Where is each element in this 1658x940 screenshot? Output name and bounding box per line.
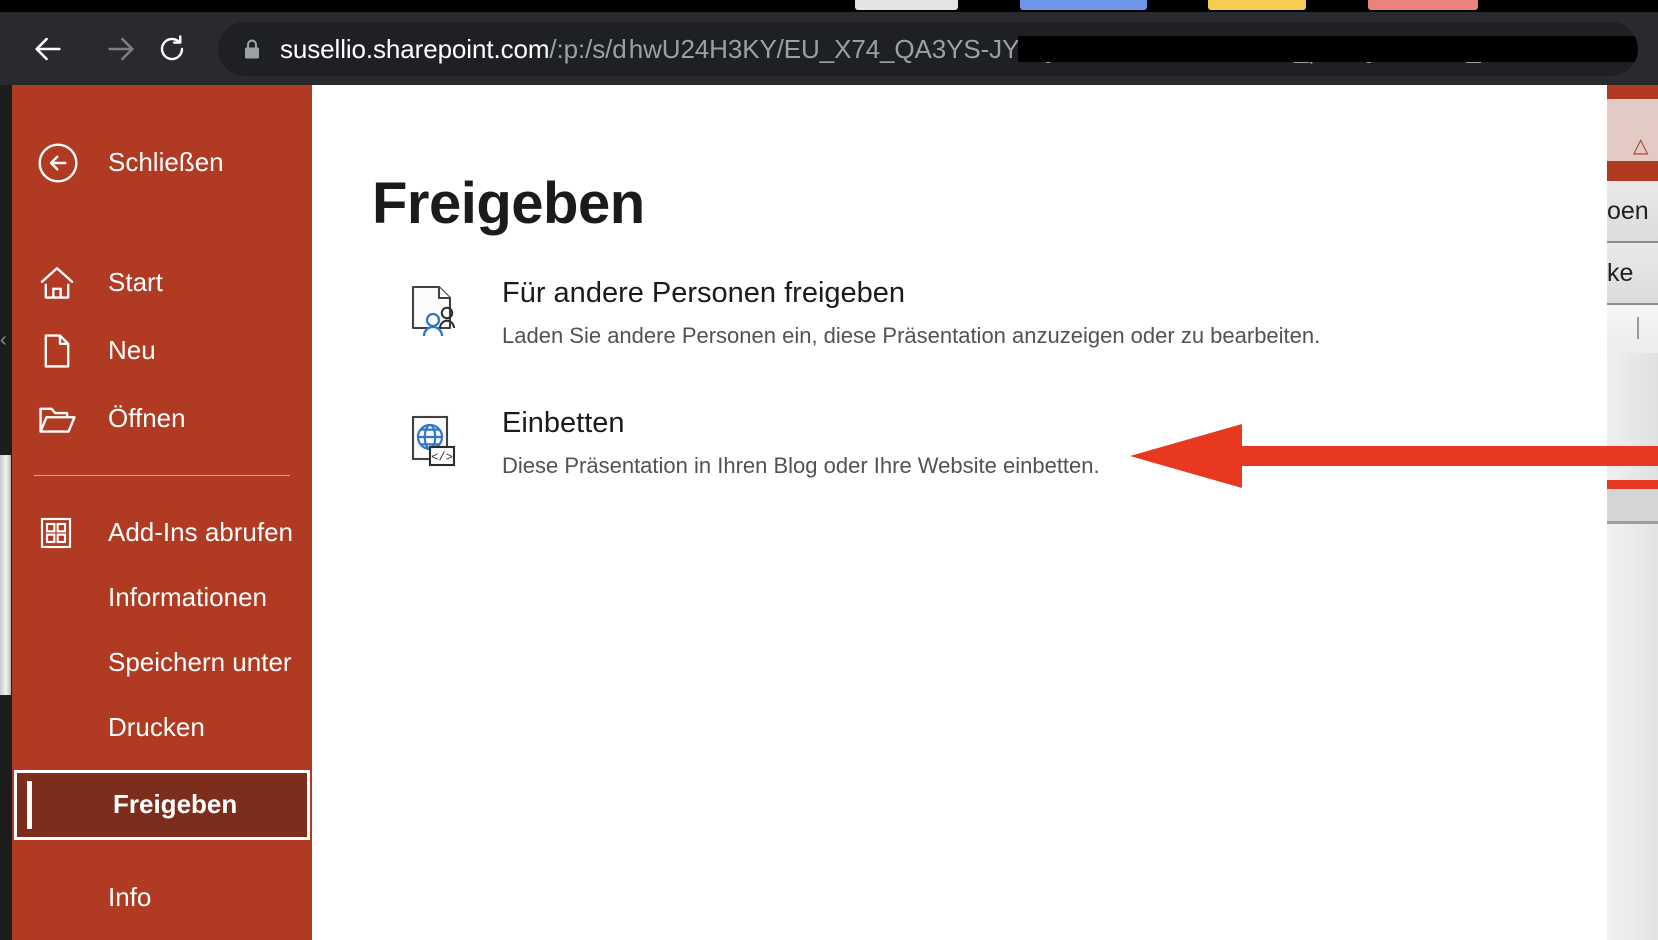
background-text-caret (1637, 317, 1639, 339)
backstage-sidebar: Schließen Start Neu Öffnen Add-Ins abruf… (12, 85, 312, 940)
sidebar-item-open[interactable]: Öffnen (12, 385, 312, 453)
open-folder-icon (36, 398, 96, 440)
home-icon (36, 262, 96, 304)
forward-arrow-icon (108, 37, 134, 61)
sidebar-item-information-label: Informationen (108, 582, 267, 613)
url-redaction-bar (1018, 36, 1638, 62)
browser-tab-2[interactable] (1020, 0, 1147, 10)
browser-toolbar: susellio.sharepoint.com/:p:/s/d hwU24H3K… (0, 12, 1658, 85)
background-ribbon-band (1607, 85, 1658, 99)
new-document-icon (36, 330, 96, 372)
sidebar-item-new-label: Neu (108, 335, 156, 366)
share-option-people-title: Für andere Personen freigeben (502, 277, 906, 309)
sidebar-item-start[interactable]: Start (12, 249, 312, 317)
share-option-people-description: Laden Sie andere Personen ein, diese Prä… (502, 323, 1321, 348)
sidebar-item-get-addins[interactable]: Add-Ins abrufen (12, 496, 312, 570)
sidebar-item-info[interactable]: Info (12, 870, 312, 926)
sidebar-item-save-as-label: Speichern unter (108, 647, 292, 678)
background-menu-item-1[interactable]: oen (1607, 181, 1658, 243)
background-thumbnail-mark: △ (1633, 135, 1649, 157)
browser-chrome: susellio.sharepoint.com/:p:/s/d hwU24H3K… (0, 0, 1658, 85)
left-pointing-arrow-icon (1130, 424, 1658, 488)
share-with-people-icon (404, 281, 460, 341)
sidebar-item-info-label: Info (108, 882, 152, 913)
sidebar-item-close-label: Schließen (108, 147, 224, 178)
sidebar-item-save-as[interactable]: Speichern unter (12, 626, 312, 700)
sidebar-item-print[interactable]: Drucken (12, 700, 312, 756)
background-ribbon-band-2 (1607, 161, 1658, 181)
reload-icon (160, 35, 184, 61)
browser-tab-3[interactable] (1208, 0, 1306, 10)
back-arrow-icon (35, 37, 61, 61)
browser-tab-strip (0, 0, 1658, 12)
sidebar-item-print-label: Drucken (108, 712, 205, 743)
back-circle-icon (36, 141, 96, 185)
background-window-left-gutter: ‹ (0, 85, 12, 940)
background-slide-thumbnail: △ (1607, 99, 1658, 161)
background-gray-block (1607, 489, 1658, 524)
lock-icon (240, 37, 264, 61)
sidebar-item-share-label: Freigeben (113, 789, 238, 820)
address-bar[interactable]: susellio.sharepoint.com/:p:/s/d hwU24H3K… (218, 22, 1638, 76)
reload-button[interactable] (152, 29, 192, 69)
url-host: susellio.sharepoint.com (280, 34, 550, 64)
chevron-left-icon: ‹ (0, 329, 7, 351)
forward-button[interactable] (101, 29, 141, 69)
share-option-embed-description: Diese Präsentation in Ihren Blog oder Ih… (502, 453, 1100, 478)
share-option-embed-title: Einbetten (502, 407, 625, 439)
sidebar-item-new[interactable]: Neu (12, 317, 312, 385)
background-input-field[interactable] (1607, 305, 1658, 355)
browser-tab-1[interactable] (855, 0, 958, 10)
background-menu-item-2[interactable]: ke (1607, 243, 1658, 305)
embed-globe-code-icon: </> (404, 411, 460, 471)
selected-accent-bar (27, 781, 32, 829)
addins-grid-icon (36, 513, 96, 553)
sidebar-item-share[interactable]: Freigeben (14, 770, 310, 840)
sidebar-item-start-label: Start (108, 267, 163, 298)
back-button[interactable] (28, 29, 68, 69)
background-scrollbar-thumb[interactable] (0, 455, 11, 695)
sidebar-item-information[interactable]: Informationen (12, 570, 312, 626)
browser-tab-4[interactable] (1368, 0, 1478, 10)
sidebar-item-close[interactable]: Schließen (12, 115, 312, 211)
url-path: /:p:/s/d (549, 34, 627, 64)
background-window-sliver: △ oen ke (1544, 85, 1658, 940)
sidebar-divider (34, 475, 290, 476)
svg-text:</>: </> (431, 450, 453, 464)
page-title: Freigeben (372, 171, 645, 236)
share-main-pane: Freigeben Für andere Personen freigeben … (312, 85, 1544, 940)
background-window-lower (1607, 524, 1658, 940)
sidebar-item-open-label: Öffnen (108, 403, 186, 434)
sidebar-item-get-addins-label: Add-Ins abrufen (108, 517, 294, 548)
